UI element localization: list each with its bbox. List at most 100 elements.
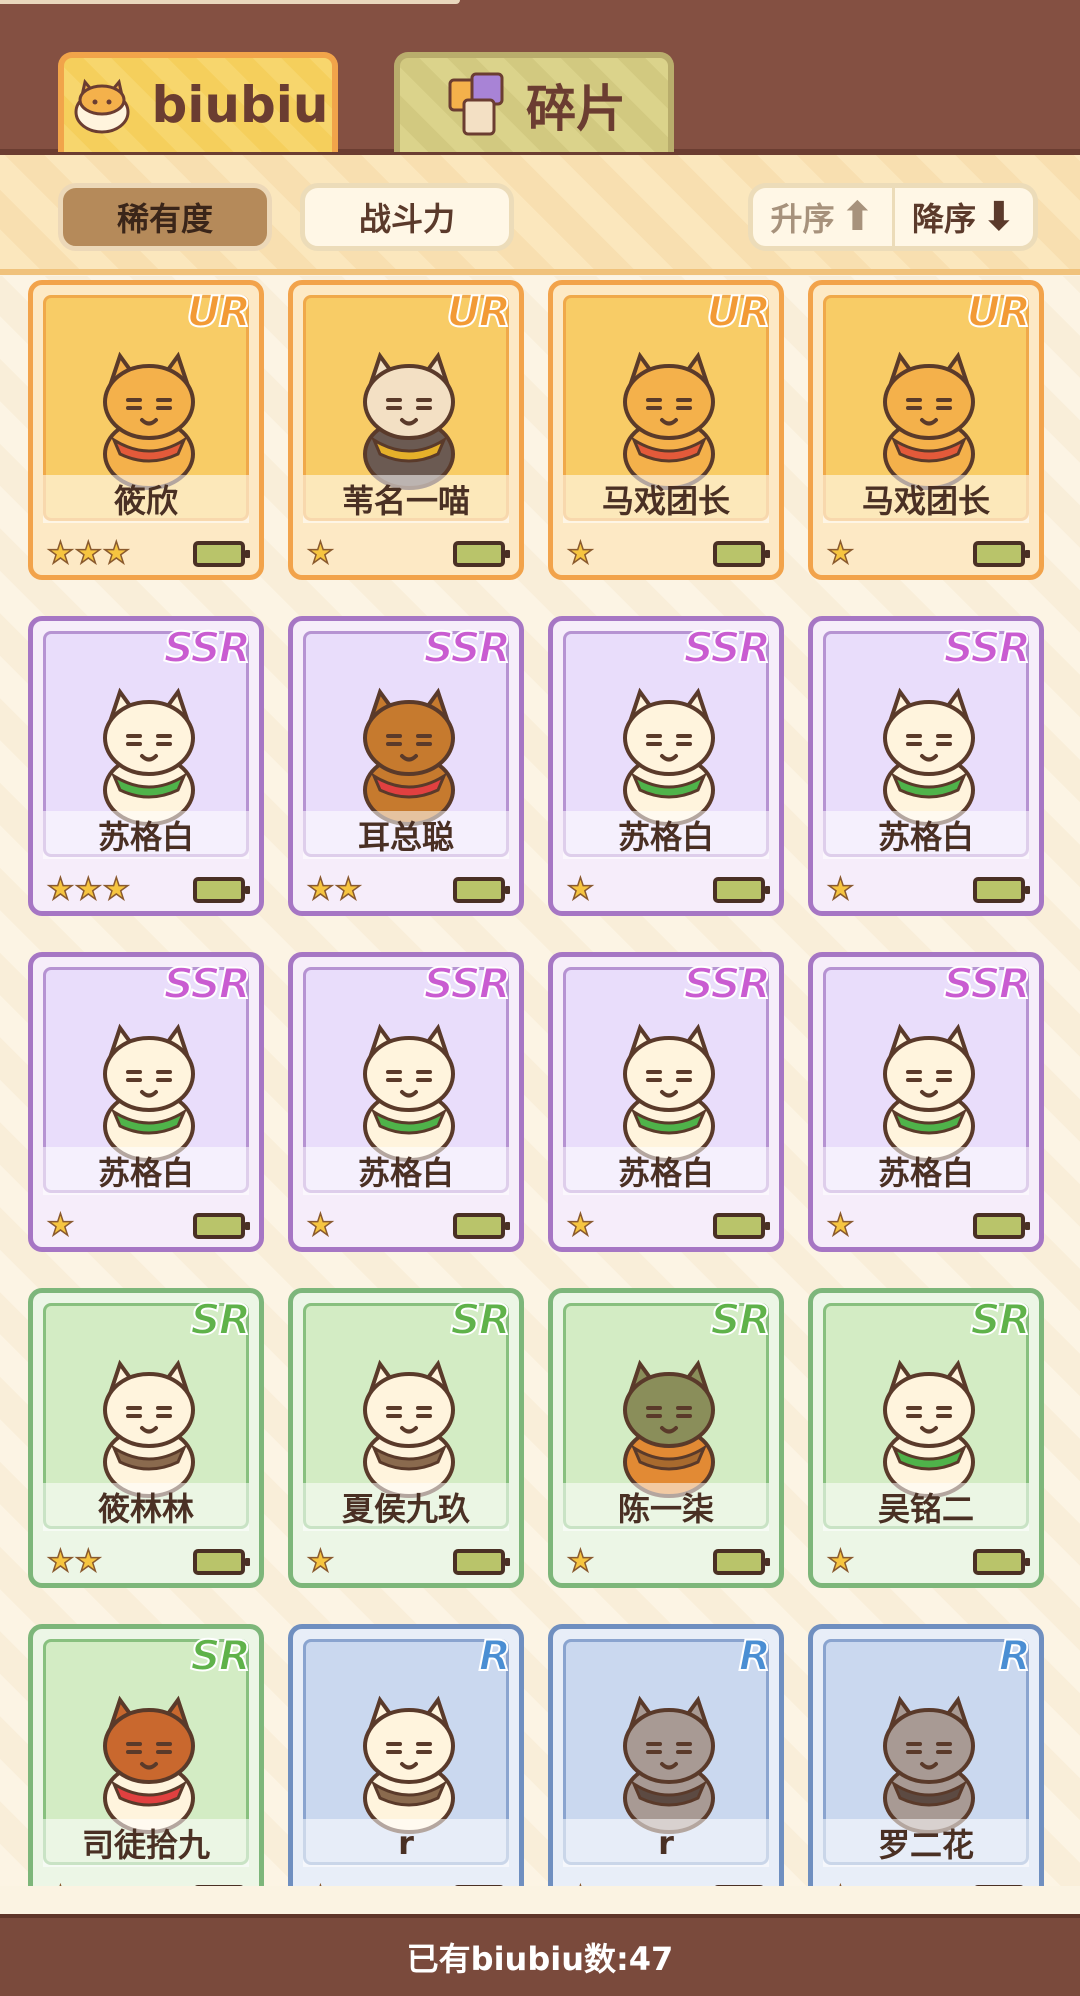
character-name: 陈一柒 — [563, 1483, 769, 1531]
star-rating: ★ — [826, 1210, 854, 1242]
star-icon: ★ — [306, 536, 334, 571]
card-footer: ★ — [33, 1873, 259, 1886]
card-footer: ★ — [553, 529, 779, 575]
star-rating: ★ — [566, 874, 594, 906]
descending-button[interactable]: 降序 ⬇ — [895, 188, 1034, 246]
character-name: 马戏团长 — [563, 475, 769, 523]
character-name: 苏格白 — [303, 1147, 509, 1195]
battery-icon — [713, 1549, 770, 1575]
star-icon: ★ — [334, 872, 362, 907]
card-footer: ★ — [553, 865, 779, 911]
character-card[interactable]: R 罗二花 ★ — [808, 1624, 1044, 1886]
sort-rarity-button[interactable]: 稀有度 — [58, 183, 272, 251]
character-illustration — [363, 351, 455, 490]
star-icon: ★ — [46, 1208, 74, 1243]
battery-icon — [453, 1885, 505, 1886]
character-card[interactable]: SR 夏侯九玖 ★ — [288, 1288, 524, 1588]
character-illustration — [623, 1359, 715, 1498]
character-name: 马戏团长 — [823, 475, 1029, 523]
character-name: 苏格白 — [43, 1147, 249, 1195]
rarity-badge: R — [738, 1630, 772, 1681]
character-card[interactable]: UR 筱欣 ★ ★ ★ — [28, 280, 264, 580]
character-name: 苏格白 — [563, 811, 769, 859]
card-footer: ★ — [293, 1873, 519, 1886]
character-illustration — [363, 1023, 455, 1162]
rarity-badge: SR — [189, 1294, 252, 1345]
character-card[interactable]: SSR 苏格白 ★ — [28, 952, 264, 1252]
battery-icon — [193, 1885, 245, 1886]
character-illustration — [883, 1359, 975, 1498]
star-icon: ★ — [306, 1544, 334, 1579]
character-illustration — [103, 1359, 195, 1498]
character-card[interactable]: UR 马戏团长 ★ — [548, 280, 784, 580]
star-icon: ★ — [46, 1882, 74, 1886]
star-rating: ★ — [826, 1882, 854, 1886]
character-card[interactable]: SSR 耳总聪 ★ ★ — [288, 616, 524, 916]
battery-icon — [713, 877, 770, 903]
battery-icon — [453, 877, 510, 903]
character-name: 苏格白 — [823, 1147, 1029, 1195]
ascending-button[interactable]: 升序 ⬆ — [753, 188, 892, 246]
character-card[interactable]: SR 吴铭二 ★ — [808, 1288, 1044, 1588]
battery-icon — [193, 877, 250, 903]
star-icon: ★ — [102, 872, 130, 907]
sort-power-button[interactable]: 战斗力 — [300, 183, 514, 251]
star-rating: ★ — [46, 1208, 74, 1243]
battery-icon — [973, 541, 1030, 567]
star-rating: ★ — [306, 1882, 334, 1886]
character-card[interactable]: SSR 苏格白 ★ — [288, 952, 524, 1252]
star-icon: ★ — [826, 872, 854, 907]
character-illustration — [623, 687, 715, 826]
star-icon: ★ — [46, 536, 74, 571]
character-name: 苏格白 — [43, 811, 249, 859]
character-illustration — [883, 1023, 975, 1162]
character-card[interactable]: SR 筱林林 ★ ★ — [28, 1288, 264, 1588]
biubiu-count: 已有biubiu数:47 — [406, 1940, 674, 1978]
character-card[interactable]: SSR 苏格白 ★ ★ ★ — [28, 616, 264, 916]
character-card[interactable]: R r ★ — [288, 1624, 524, 1886]
battery-icon — [973, 1885, 1025, 1886]
character-card[interactable]: SR 陈一柒 ★ — [548, 1288, 784, 1588]
character-illustration — [363, 1359, 455, 1498]
star-rating: ★ ★ ★ — [46, 872, 130, 907]
star-rating: ★ — [306, 1544, 334, 1579]
character-name: 司徒拾九 — [43, 1819, 249, 1867]
tab-label: biubiu — [151, 76, 329, 134]
character-illustration — [623, 351, 715, 490]
character-name: 苏格白 — [563, 1147, 769, 1195]
character-illustration — [623, 1023, 715, 1162]
battery-icon — [713, 541, 770, 567]
tab-biubiu[interactable]: biubiu — [58, 52, 338, 152]
character-card[interactable]: SSR 苏格白 ★ — [808, 616, 1044, 916]
character-illustration — [103, 351, 195, 490]
battery-icon — [193, 541, 250, 567]
character-name: 夏侯九玖 — [303, 1483, 509, 1531]
star-rating: ★ ★ — [46, 1546, 102, 1578]
card-footer: ★ — [813, 1201, 1039, 1247]
character-card[interactable]: SR 司徒拾九 ★ — [28, 1624, 264, 1886]
ascending-label: 升序 — [770, 200, 835, 238]
star-rating: ★ — [826, 872, 854, 907]
card-footer: ★ — [553, 1537, 779, 1583]
battery-icon — [453, 1213, 510, 1239]
character-card[interactable]: SSR 苏格白 ★ — [548, 616, 784, 916]
rarity-badge: SSR — [683, 622, 772, 673]
puzzle-icon — [448, 72, 504, 136]
character-name: 耳总聪 — [303, 811, 509, 859]
character-card[interactable]: SSR 苏格白 ★ — [808, 952, 1044, 1252]
card-footer: ★ ★ ★ — [33, 529, 259, 575]
character-card[interactable]: UR 马戏团长 ★ — [808, 280, 1044, 580]
star-icon: ★ — [566, 1208, 594, 1243]
star-rating: ★ — [566, 1546, 594, 1578]
character-card[interactable]: SSR 苏格白 ★ — [548, 952, 784, 1252]
card-footer: ★ — [813, 1873, 1039, 1886]
card-grid[interactable]: UR 筱欣 ★ ★ ★ UR 苇名一喵 ★ UR 马戏团长 ★ UR 马戏团长 … — [0, 276, 1080, 1886]
character-card[interactable]: UR 苇名一喵 ★ — [288, 280, 524, 580]
rarity-badge: R — [478, 1630, 512, 1681]
card-footer: ★ — [813, 1537, 1039, 1583]
rarity-badge: UR — [186, 286, 252, 337]
star-icon: ★ — [826, 1544, 854, 1579]
tab-fragments[interactable]: 碎片 — [394, 52, 674, 152]
character-card[interactable]: R r ★ — [548, 1624, 784, 1886]
character-illustration — [103, 1023, 195, 1162]
